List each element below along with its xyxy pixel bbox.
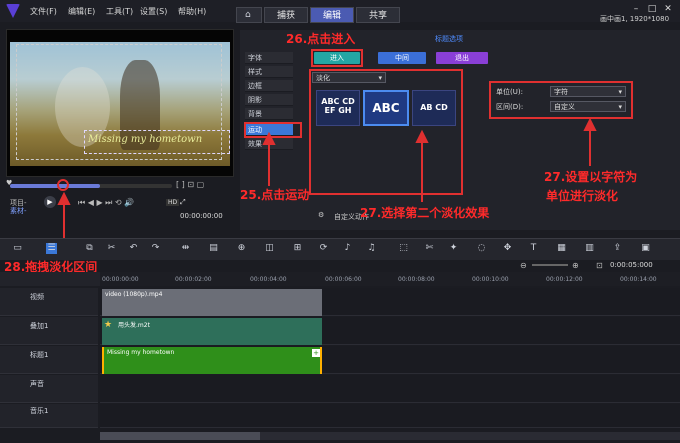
motion-track-icon[interactable]: ⊕: [236, 243, 247, 254]
ruler-tick: 00:00:06:00: [325, 276, 362, 283]
cut-icon[interactable]: ✄: [424, 243, 435, 254]
track-header-video[interactable]: 视频: [0, 288, 98, 316]
copy-icon[interactable]: ⧉: [84, 243, 95, 254]
mix-icon[interactable]: ♫: [366, 243, 377, 254]
zoom-in-icon[interactable]: ⊕: [572, 261, 579, 270]
track-header-voice[interactable]: 声音: [0, 375, 98, 403]
timeline-toolbar: [0, 238, 680, 260]
ruler-tick: 00:00:12:00: [546, 276, 583, 283]
graph-icon[interactable]: ▦: [556, 243, 567, 254]
scrollbar-thumb[interactable]: [100, 432, 260, 440]
track-voice[interactable]: [100, 375, 680, 403]
text-icon[interactable]: T: [528, 243, 539, 254]
track-header-title[interactable]: 标题1: [0, 346, 98, 374]
multi-cam-icon[interactable]: ⊞: [292, 243, 303, 254]
zoom-time: 0:00:05:000: [610, 261, 653, 269]
ruler-tick: 00:00:04:00: [250, 276, 287, 283]
move-icon[interactable]: ✥: [502, 243, 513, 254]
track-music[interactable]: [100, 404, 680, 428]
export-icon[interactable]: ⇪: [612, 243, 623, 254]
track-header-overlay[interactable]: 叠加1: [0, 317, 98, 345]
redo-icon[interactable]: ↷: [150, 243, 161, 254]
storyboard-view-icon[interactable]: ▭: [12, 243, 23, 254]
track-header-top: [0, 272, 100, 286]
track-header-music[interactable]: 音乐1: [0, 404, 98, 428]
ruler-tick: 00:00:02:00: [175, 276, 212, 283]
transition-icon[interactable]: ⬚: [398, 243, 409, 254]
star-icon: ★: [104, 320, 113, 330]
zoom-out-icon[interactable]: ⊖: [520, 261, 527, 270]
lasso-icon[interactable]: ◌: [476, 243, 487, 254]
timeline-view-icon[interactable]: ☰: [46, 243, 57, 254]
audio-icon[interactable]: ♪: [342, 243, 353, 254]
ruler-tick: 00:00:00:00: [102, 276, 139, 283]
capture-icon[interactable]: ▣: [640, 243, 651, 254]
speed-icon[interactable]: ⟳: [318, 243, 329, 254]
add-icon[interactable]: +: [312, 349, 320, 357]
clip-overlay[interactable]: 用头发.m2t: [102, 318, 322, 345]
zoom-slider[interactable]: [532, 264, 568, 266]
magic-icon[interactable]: ✦: [448, 243, 459, 254]
ruler-tick: 00:00:14:00: [620, 276, 657, 283]
scissors-icon[interactable]: ✂: [106, 243, 117, 254]
clip-video[interactable]: video (1080p).mp4: [102, 289, 322, 316]
fit-project-icon[interactable]: ⊡: [596, 261, 603, 270]
clip-title[interactable]: Missing my hometown: [102, 347, 322, 374]
fit-icon[interactable]: ⇹: [180, 243, 191, 254]
ruler-tick: 00:00:08:00: [398, 276, 435, 283]
subtitle-icon[interactable]: ▤: [208, 243, 219, 254]
chart-icon[interactable]: ▥: [584, 243, 595, 254]
undo-icon[interactable]: ↶: [128, 243, 139, 254]
ruler-tick: 00:00:10:00: [472, 276, 509, 283]
mask-icon[interactable]: ◫: [264, 243, 275, 254]
